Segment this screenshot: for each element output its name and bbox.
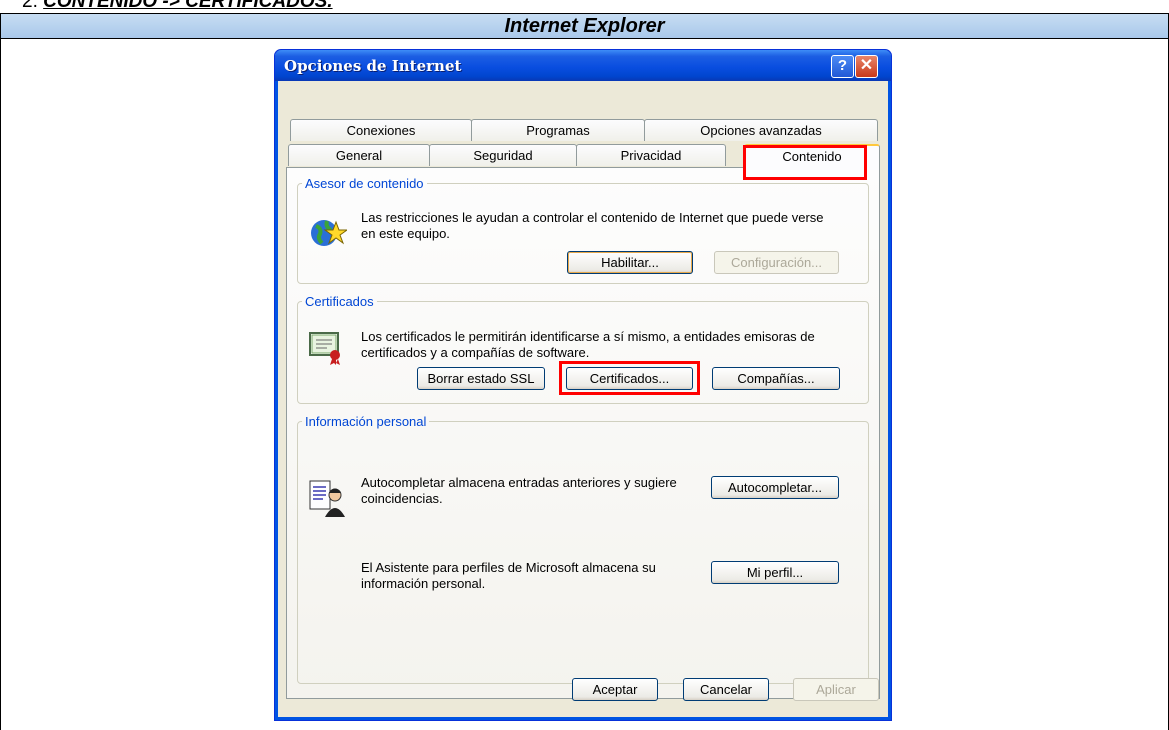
content-advisor-text: Las restricciones le ayudan a controlar … [361,210,824,241]
step-heading: 2. CONTENIDO -> CERTIFICADOS. [22,0,333,13]
globe-star-icon [311,220,347,246]
ok-button[interactable]: Aceptar [572,678,658,701]
tab-seguridad[interactable]: Seguridad [429,144,577,166]
profile-text: El Asistente para perfiles de Microsoft … [361,560,656,591]
tab-conexiones[interactable]: Conexiones [290,119,472,141]
my-profile-button[interactable]: Mi perfil... [711,561,839,584]
tab-programas[interactable]: Programas [471,119,645,141]
contenido-highlight-box [743,145,867,180]
dialog-client: Conexiones Programas Opciones avanzadas … [278,81,888,717]
personal-info-group: Información personal [297,414,869,684]
autocomplete-text: Autocompletar almacena entradas anterior… [361,475,677,506]
tab-opciones-avanzadas[interactable]: Opciones avanzadas [644,119,878,141]
autocomplete-button[interactable]: Autocompletar... [711,476,839,499]
enable-button[interactable]: Habilitar... [567,251,693,274]
internet-options-dialog: Opciones de Internet ? ✕ Conexiones Prog… [274,49,892,721]
apply-button[interactable]: Aplicar [793,678,879,701]
dialog-title: Opciones de Internet [284,57,462,75]
content-advisor-legend: Asesor de contenido [305,176,424,191]
title-bar[interactable]: Opciones de Internet ? ✕ [275,50,891,81]
certificates-highlight-box [559,361,700,395]
step-number: 2. [22,0,38,12]
tab-privacidad[interactable]: Privacidad [576,144,726,166]
tab-general[interactable]: General [288,144,430,166]
certificates-legend: Certificados [305,294,374,309]
settings-button[interactable]: Configuración... [714,251,839,274]
publishers-button[interactable]: Compañías... [712,367,840,390]
certificate-icon [309,332,340,365]
person-document-icon [309,480,345,517]
cancel-button[interactable]: Cancelar [683,678,769,701]
close-icon[interactable]: ✕ [855,55,878,78]
clear-ssl-button[interactable]: Borrar estado SSL [417,367,545,390]
personal-info-legend: Información personal [305,414,427,429]
tab-panel-contenido: Asesor de contenido Las restricciones le… [286,167,880,699]
help-icon[interactable]: ? [831,55,854,78]
step-path: CONTENIDO -> CERTIFICADOS. [43,0,333,12]
certificates-text: Los certificados le permitirán identific… [361,329,815,360]
table-header: Internet Explorer [1,14,1168,39]
